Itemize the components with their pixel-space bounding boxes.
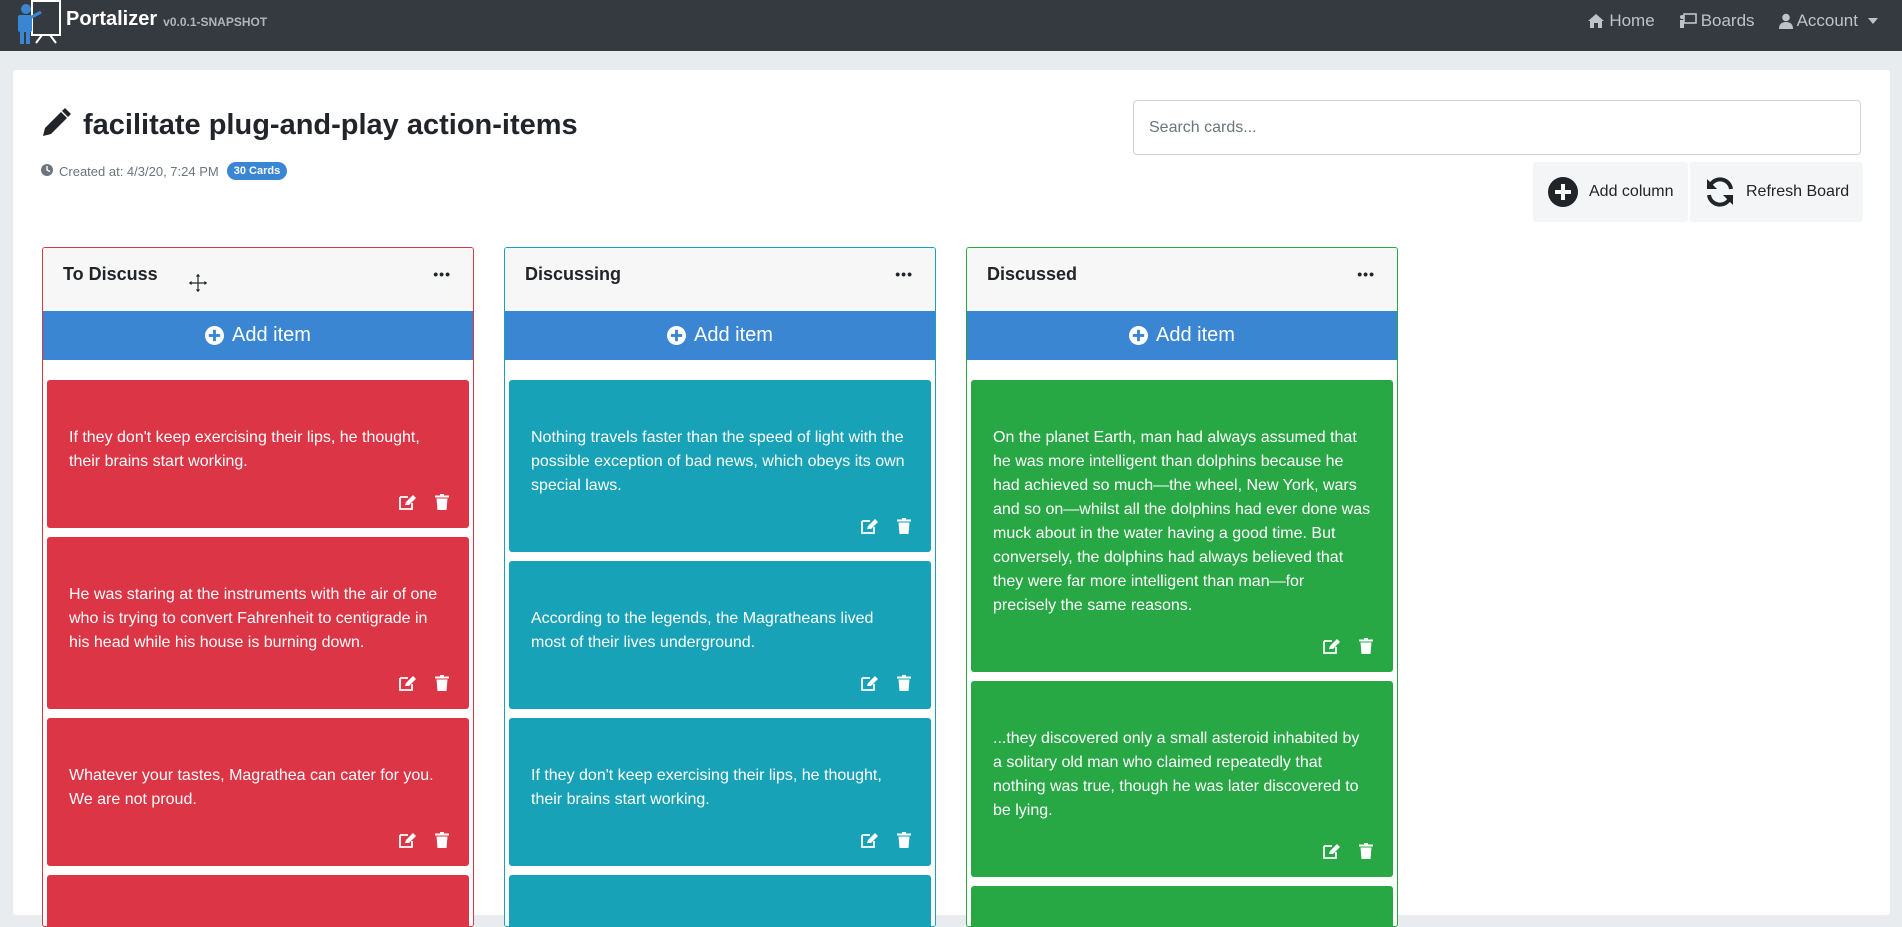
nav-home[interactable]: Home <box>1587 11 1655 31</box>
nav-links: Home Boards Account <box>1587 0 1878 42</box>
card-partial[interactable] <box>971 886 1393 926</box>
edit-icon[interactable] <box>1323 843 1341 859</box>
card[interactable]: ...they discovered only a small asteroid… <box>971 681 1393 877</box>
column-header[interactable]: Discussed ••• <box>967 248 1397 311</box>
plus-circle-icon <box>205 326 225 345</box>
add-column-button[interactable]: Add column <box>1533 162 1688 222</box>
pencil-icon[interactable] <box>41 108 71 143</box>
card[interactable]: Whatever your tastes, Magrathea can cate… <box>47 718 469 866</box>
brand-name[interactable]: Portalizer <box>66 8 157 31</box>
user-icon <box>1778 13 1793 29</box>
more-options-icon[interactable]: ••• <box>895 266 913 282</box>
card-text: If they don't keep exercising their lips… <box>69 429 420 470</box>
card[interactable]: According to the legends, the Magrathean… <box>509 561 931 709</box>
refresh-board-label: Refresh Board <box>1746 183 1850 200</box>
card-text: He was staring at the instruments with t… <box>69 586 438 651</box>
nav-boards-label: Boards <box>1700 11 1755 30</box>
search-input[interactable] <box>1133 100 1861 155</box>
card-partial[interactable] <box>47 875 469 926</box>
card-text: Nothing travels faster than the speed of… <box>531 429 905 494</box>
card-list: Nothing travels faster than the speed of… <box>505 360 935 926</box>
more-options-icon[interactable]: ••• <box>433 266 451 282</box>
column-title: Discussed <box>987 264 1078 284</box>
board-header: facilitate plug-and-play action-items <box>41 108 578 143</box>
add-item-label: Add item <box>232 324 311 346</box>
edit-icon[interactable] <box>399 675 417 691</box>
nav-boards[interactable]: Boards <box>1679 11 1755 31</box>
column-title: To Discuss <box>63 264 158 284</box>
presenter-logo-icon <box>14 0 64 44</box>
trash-icon[interactable] <box>1359 843 1373 859</box>
nav-home-label: Home <box>1609 11 1655 30</box>
card-text: According to the legends, the Magrathean… <box>531 610 874 651</box>
card[interactable]: On the planet Earth, man had always assu… <box>971 380 1393 672</box>
plus-circle-icon <box>1548 177 1578 207</box>
card-text: Whatever your tastes, Magrathea can cate… <box>69 767 434 808</box>
card-list: If they don't keep exercising their lips… <box>43 360 473 926</box>
add-item-button[interactable]: Add item <box>43 311 473 360</box>
card[interactable]: If they don't keep exercising their lips… <box>47 380 469 528</box>
column-discussed: Discussed ••• Add item On the planet Ear… <box>966 247 1398 927</box>
trash-icon[interactable] <box>897 675 911 691</box>
refresh-board-button[interactable]: Refresh Board <box>1690 162 1864 222</box>
column-title: Discussing <box>525 264 622 284</box>
board-meta: Created at: 4/3/20, 7:24 PM 30 Cards <box>41 162 288 180</box>
edit-icon[interactable] <box>1323 638 1341 654</box>
card-count-badge: 30 Cards <box>226 162 288 180</box>
clock-icon <box>41 163 53 179</box>
add-column-label: Add column <box>1589 183 1674 200</box>
card-partial[interactable] <box>509 875 931 926</box>
home-icon <box>1588 14 1605 28</box>
add-item-label: Add item <box>694 324 773 346</box>
card-text: ...they discovered only a small asteroid… <box>993 730 1360 819</box>
plus-circle-icon <box>667 326 687 345</box>
add-item-button[interactable]: Add item <box>967 311 1397 360</box>
navbar: Portalizer v0.0.1-SNAPSHOT Home Boards A… <box>0 0 1902 51</box>
nav-account[interactable]: Account <box>1778 11 1878 31</box>
presentation-icon <box>1679 13 1697 28</box>
trash-icon[interactable] <box>435 494 449 510</box>
card-list: On the planet Earth, man had always assu… <box>967 360 1397 926</box>
move-cursor-icon <box>187 272 209 298</box>
board-title: facilitate plug-and-play action-items <box>83 109 578 141</box>
edit-icon[interactable] <box>861 675 879 691</box>
card[interactable]: If they don't keep exercising their lips… <box>509 718 931 866</box>
refresh-icon <box>1707 177 1733 207</box>
brand[interactable]: Portalizer v0.0.1-SNAPSHOT <box>14 0 267 51</box>
card[interactable]: He was staring at the instruments with t… <box>47 537 469 709</box>
card[interactable]: Nothing travels faster than the speed of… <box>509 380 931 552</box>
column-to-discuss: To Discuss ••• Add item If they don't ke… <box>42 247 474 927</box>
brand-version: v0.0.1-SNAPSHOT <box>163 15 268 29</box>
edit-icon[interactable] <box>399 832 417 848</box>
trash-icon[interactable] <box>1359 638 1373 654</box>
trash-icon[interactable] <box>435 675 449 691</box>
column-discussing: Discussing ••• Add item Nothing travels … <box>504 247 936 927</box>
more-options-icon[interactable]: ••• <box>1357 266 1375 282</box>
trash-icon[interactable] <box>897 518 911 534</box>
chevron-down-icon <box>1868 18 1878 24</box>
card-text: If they don't keep exercising their lips… <box>531 767 882 808</box>
add-item-label: Add item <box>1156 324 1235 346</box>
nav-account-label: Account <box>1796 11 1858 30</box>
edit-icon[interactable] <box>861 832 879 848</box>
created-at: Created at: 4/3/20, 7:24 PM <box>59 163 219 179</box>
card-text: On the planet Earth, man had always assu… <box>993 429 1371 614</box>
edit-icon[interactable] <box>861 518 879 534</box>
trash-icon[interactable] <box>435 832 449 848</box>
column-header[interactable]: To Discuss ••• <box>43 248 473 311</box>
plus-circle-icon <box>1129 326 1149 345</box>
trash-icon[interactable] <box>897 832 911 848</box>
add-item-button[interactable]: Add item <box>505 311 935 360</box>
edit-icon[interactable] <box>399 494 417 510</box>
column-header[interactable]: Discussing ••• <box>505 248 935 311</box>
